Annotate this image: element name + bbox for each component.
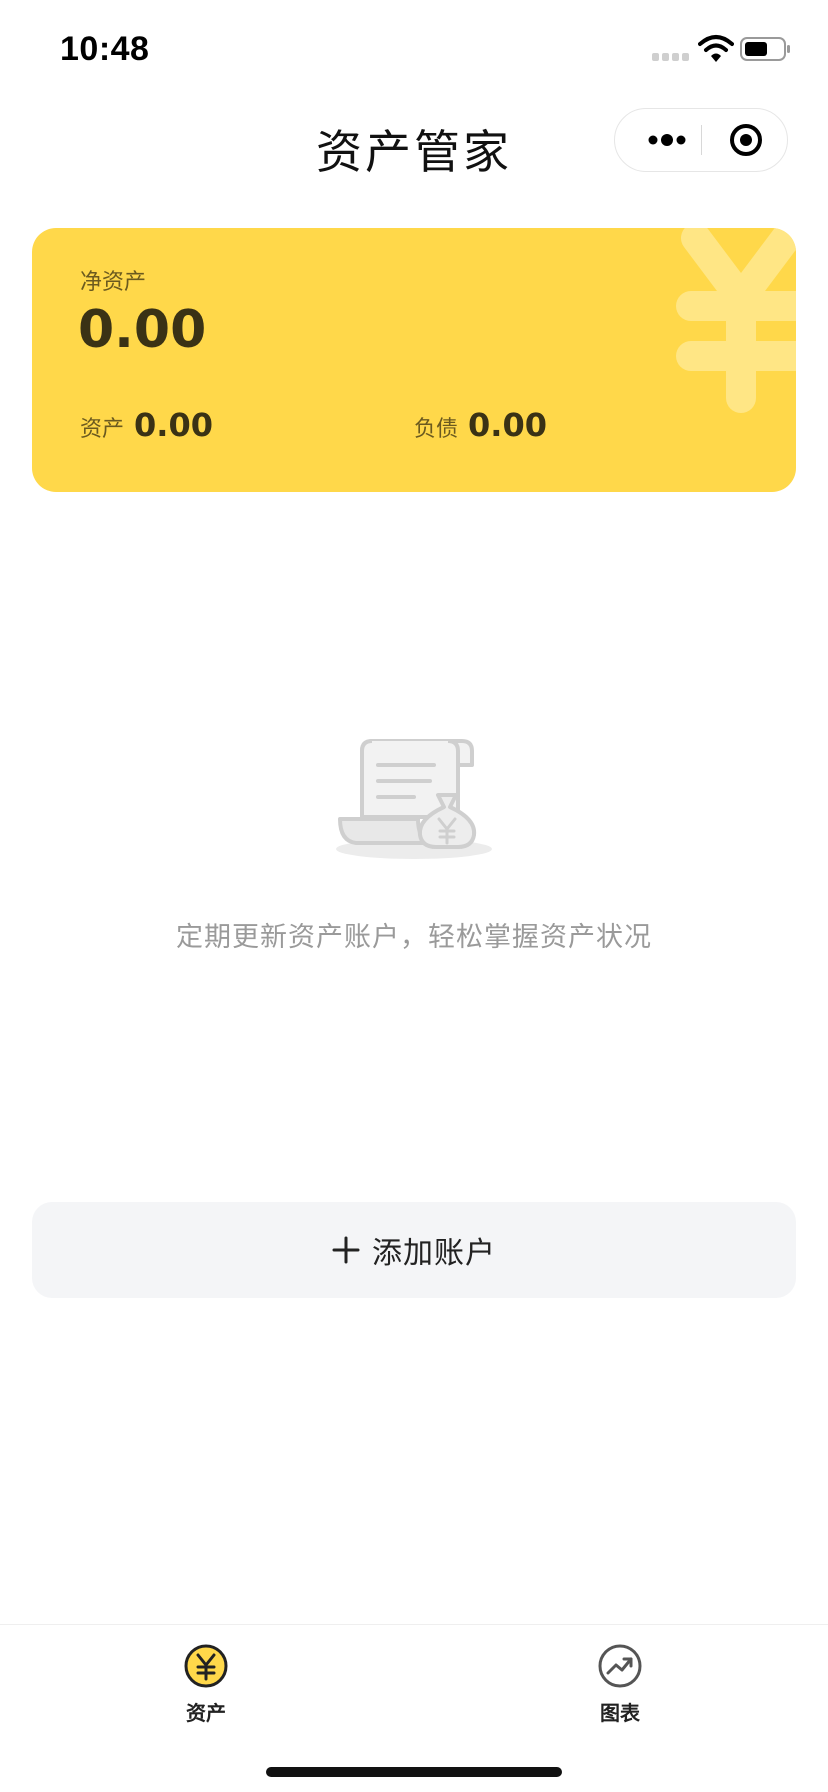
status-time: 10:48 bbox=[60, 30, 150, 68]
more-icon[interactable] bbox=[639, 109, 699, 171]
net-assets-value: 0.00 bbox=[78, 300, 207, 360]
mini-program-capsule bbox=[614, 108, 788, 172]
add-account-button[interactable]: 添加账户 bbox=[32, 1202, 796, 1298]
tab-bar: 资产 图表 bbox=[0, 1624, 828, 1792]
net-assets-label: 净资产 bbox=[80, 270, 147, 295]
empty-ledger-moneybag-icon bbox=[336, 739, 492, 859]
liabilities-summary: 负债 0.00 bbox=[414, 406, 547, 446]
tab-assets-label: 资产 bbox=[186, 1701, 226, 1725]
yen-watermark-icon bbox=[676, 228, 796, 413]
add-account-label: 添加账户 bbox=[372, 1236, 496, 1271]
trend-chart-icon bbox=[598, 1644, 642, 1688]
liabilities-value: 0.00 bbox=[468, 406, 547, 444]
assets-summary: 资产 0.00 bbox=[80, 406, 213, 446]
status-bar: 10:48 bbox=[0, 0, 828, 100]
assets-value: 0.00 bbox=[134, 406, 213, 444]
home-indicator bbox=[266, 1767, 562, 1777]
tab-chart-label: 图表 bbox=[600, 1701, 640, 1725]
cellular-signal-icon bbox=[652, 53, 689, 61]
liabilities-label: 负债 bbox=[414, 417, 459, 442]
close-target-icon[interactable] bbox=[721, 109, 771, 171]
nav-bar: 资产管家 bbox=[0, 100, 828, 200]
tab-chart[interactable]: 图表 bbox=[560, 1643, 680, 1733]
empty-state-message: 定期更新资产账户，轻松掌握资产状况 bbox=[176, 922, 652, 953]
asset-manager-page: 10:48 资产管家 净资产 0.00 资产 0.00 负债 0.00 定期更新… bbox=[0, 0, 828, 1792]
plus-icon bbox=[332, 1236, 360, 1264]
wifi-icon bbox=[698, 35, 734, 62]
tab-assets[interactable]: 资产 bbox=[146, 1643, 266, 1733]
net-assets-card[interactable]: 净资产 0.00 资产 0.00 负债 0.00 bbox=[32, 228, 796, 492]
capsule-divider bbox=[701, 125, 702, 155]
yen-icon bbox=[184, 1644, 228, 1688]
battery-icon bbox=[740, 37, 790, 61]
assets-label: 资产 bbox=[80, 417, 125, 442]
